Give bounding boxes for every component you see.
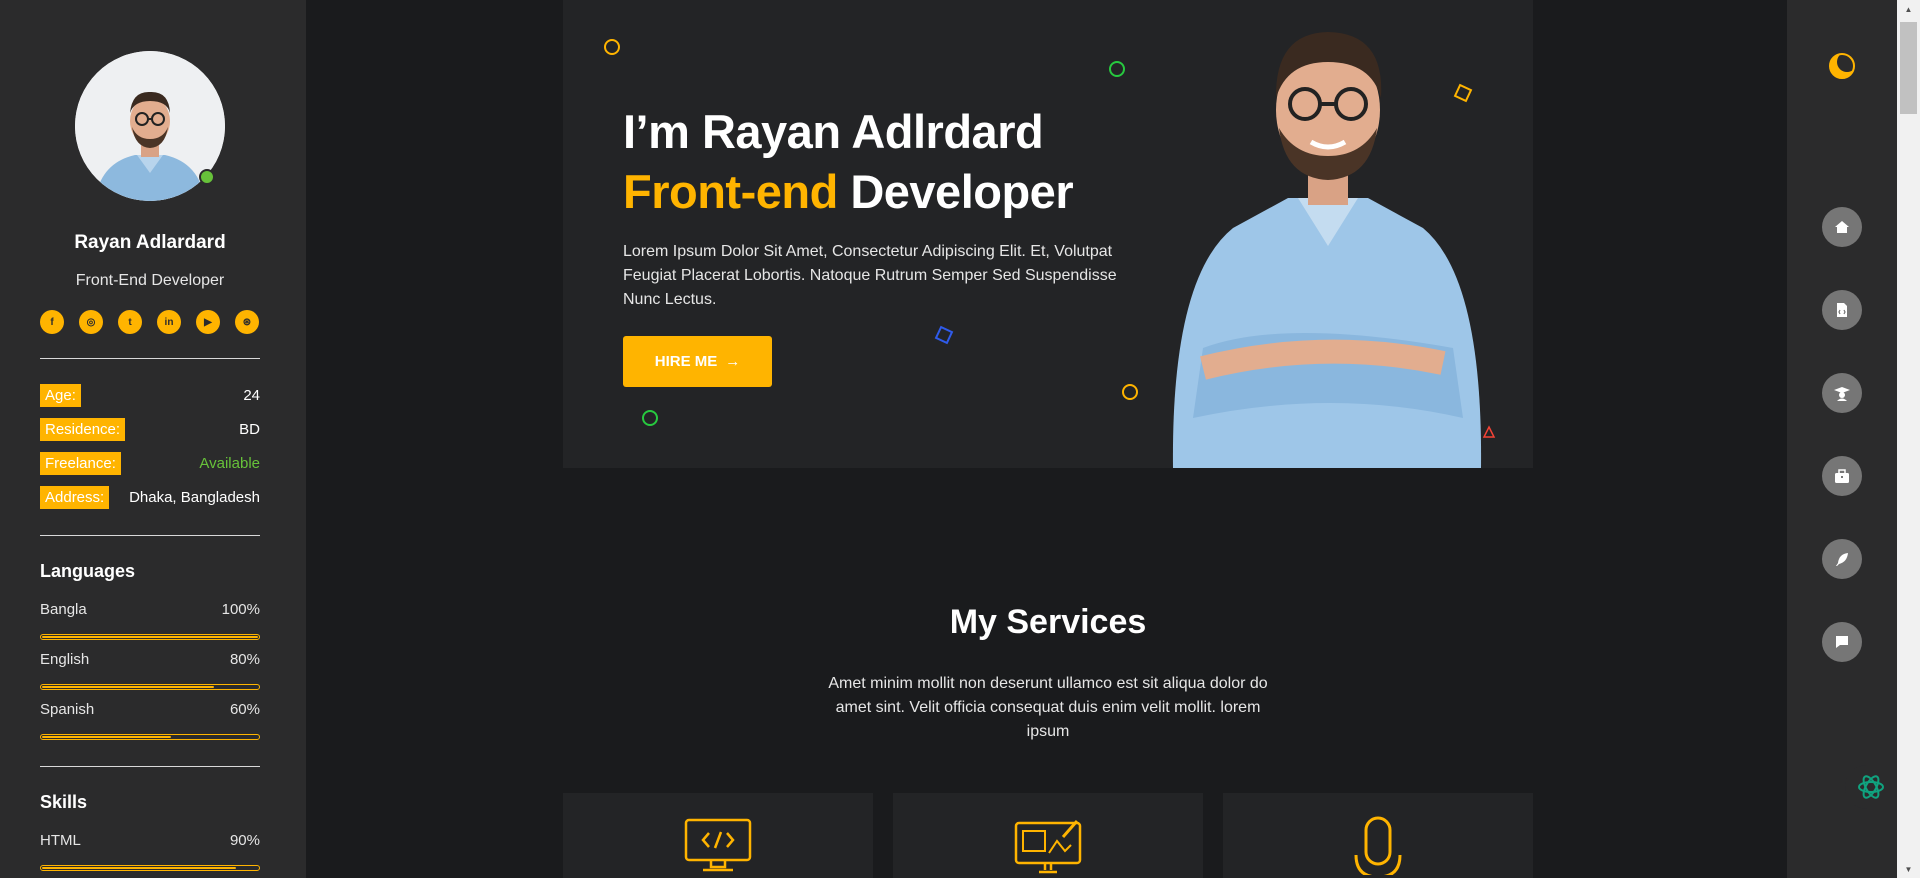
skill-percent: 90% (229, 832, 260, 849)
language-percent: 60% (229, 701, 260, 718)
language-name: Bangla (40, 601, 87, 618)
info-residence: Residence: BD (40, 417, 260, 441)
profile-name: Rayan Adlardard (74, 232, 226, 253)
divider (40, 535, 260, 536)
scroll-down-icon[interactable]: ▼ (1897, 860, 1920, 878)
dribbble-icon[interactable]: ⊛ (235, 310, 259, 334)
linkedin-icon[interactable]: in (157, 310, 181, 334)
circle-decoration-icon (642, 410, 658, 426)
instagram-icon[interactable]: ◎ (79, 310, 103, 334)
moon-icon[interactable] (1828, 52, 1856, 80)
nav-education-button[interactable] (1822, 373, 1862, 413)
nav-blog-button[interactable] (1822, 539, 1862, 579)
progress-fill (42, 736, 171, 738)
progress-fill (42, 867, 237, 869)
facebook-icon[interactable]: f (40, 310, 64, 334)
hero-title: I’m Rayan Adlrdard (623, 105, 1044, 158)
nav-contact-button[interactable] (1822, 622, 1862, 662)
hero-description: Lorem Ipsum Dolor Sit Amet, Consectetur … (623, 243, 1117, 308)
online-status-dot (199, 169, 215, 185)
page-scrollbar[interactable]: ▲ ▼ (1897, 0, 1920, 878)
info-label: Residence: (40, 417, 126, 441)
social-links: f ◎ t in ▶ ⊛ (40, 310, 259, 334)
language-percent: 80% (229, 651, 260, 668)
service-card[interactable] (563, 793, 873, 878)
info-value: 24 (243, 386, 260, 404)
info-address: Address: Dhaka, Bangladesh (40, 485, 260, 509)
language-name: Spanish (40, 701, 95, 718)
nav-home-button[interactable] (1822, 207, 1862, 247)
language-item: English 80% (40, 651, 260, 690)
profile-role: Front-End Developer (75, 272, 225, 289)
skill-progress-bar (40, 865, 260, 871)
circle-decoration-icon (1109, 61, 1125, 77)
service-card[interactable] (1223, 793, 1533, 878)
hire-me-label: HIRE ME (654, 353, 718, 370)
hero-section: I’m Rayan Adlrdard Front-end Developer L… (563, 0, 1533, 468)
language-percent: 100% (221, 601, 260, 618)
skill-item: HTML 90% (40, 832, 260, 871)
language-item: Spanish 60% (40, 701, 260, 740)
divider (40, 766, 260, 767)
avatar-wrap (75, 51, 225, 201)
home-icon (1835, 221, 1849, 233)
divider (40, 358, 260, 359)
code-monitor-icon (684, 818, 752, 872)
progress-fill (42, 686, 215, 688)
progress-fill (42, 636, 258, 638)
circle-decoration-icon (604, 39, 620, 55)
arrow-right-icon: → (725, 353, 741, 370)
square-decoration-icon (934, 325, 954, 345)
briefcase-icon (1835, 469, 1849, 483)
info-label: Age: (40, 383, 81, 407)
nav-portfolio-button[interactable] (1822, 456, 1862, 496)
info-label: Freelance: (40, 451, 121, 475)
hero-title-rest: Developer (837, 165, 1074, 218)
ai-assistant-icon (1858, 775, 1884, 799)
circle-decoration-icon (1122, 384, 1138, 400)
language-item: Bangla 100% (40, 601, 260, 640)
microphone-icon (1354, 816, 1402, 875)
code-file-icon (1837, 303, 1847, 317)
graduation-icon (1834, 387, 1850, 401)
scroll-thumb[interactable] (1900, 22, 1917, 114)
chat-widget-button[interactable] (1845, 765, 1897, 809)
right-navigation (1787, 0, 1897, 878)
profile-sidebar: Rayan Adlardard Front-End Developer f ◎ … (0, 0, 306, 878)
language-progress-bar (40, 684, 260, 690)
language-progress-bar (40, 634, 260, 640)
info-label: Address: (40, 485, 110, 509)
services-description: Amet minim mollit non deserunt ullamco e… (828, 675, 1268, 740)
scroll-up-icon[interactable]: ▲ (1897, 0, 1920, 18)
info-value: Available (199, 454, 260, 472)
services-title: My Services (949, 603, 1147, 641)
language-progress-bar (40, 734, 260, 740)
info-freelance: Freelance: Available (40, 451, 260, 475)
info-value: BD (239, 420, 260, 438)
youtube-icon[interactable]: ▶ (196, 310, 220, 334)
hero-person-image (1172, 32, 1482, 468)
hire-me-button[interactable]: HIRE ME → (623, 336, 772, 387)
twitter-icon[interactable]: t (118, 310, 142, 334)
nav-resume-button[interactable] (1822, 290, 1862, 330)
chat-icon (1836, 636, 1848, 648)
design-monitor-icon (1014, 820, 1082, 874)
skills-title: Skills (40, 792, 88, 812)
feather-icon (1836, 553, 1848, 566)
languages-title: Languages (40, 561, 136, 581)
service-card[interactable] (893, 793, 1203, 878)
language-name: English (40, 651, 90, 668)
hero-title-accent: Front-end (623, 165, 838, 218)
info-value: Dhaka, Bangladesh (129, 488, 260, 506)
skill-name: HTML (40, 832, 81, 849)
hero-subtitle: Front-end Developer (623, 164, 1074, 219)
info-age: Age: 24 (40, 383, 260, 407)
